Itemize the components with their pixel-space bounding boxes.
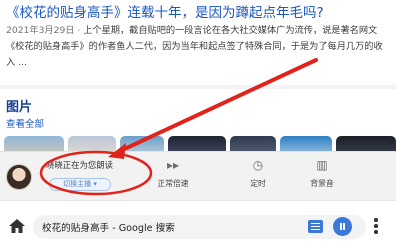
section-divider: [0, 85, 396, 89]
timer-button[interactable]: ◷ 定时: [236, 158, 280, 189]
result-date: 2021年3月29日 ·: [6, 25, 81, 36]
background-music-button[interactable]: ▥ 背景音: [300, 158, 344, 189]
home-icon[interactable]: [8, 217, 26, 235]
background-music-icon: ▥: [316, 158, 328, 172]
playback-speed-label: 正常倍速: [157, 179, 189, 188]
images-heading: 图片: [6, 100, 33, 115]
pause-icon[interactable]: [333, 217, 352, 236]
narrator-status: 晓晓正在为您朗读: [46, 160, 113, 170]
fast-forward-icon: ▸▸: [166, 158, 180, 172]
playback-speed-button[interactable]: ▸▸ 正常倍速: [151, 158, 195, 189]
more-menu-icon[interactable]: [374, 218, 378, 234]
result-snippet: 2021年3月29日 · 上个星期，截自贴吧的一段言论在各大社交媒体广为流传，说…: [6, 23, 390, 71]
bottom-toolbar: 校花的贴身高手 - Google 搜索: [0, 200, 396, 249]
result-title-link[interactable]: 《校花的贴身高手》连载十年，是因为蹲起点年毛吗?: [6, 1, 396, 19]
reader-mode-icon[interactable]: [308, 220, 323, 233]
background-music-label: 背景音: [310, 179, 334, 188]
address-bar-text: 校花的贴身高手 - Google 搜索: [42, 223, 175, 234]
view-all-link[interactable]: 查看全部: [6, 116, 44, 130]
narrator-avatar[interactable]: [6, 164, 32, 190]
timer-icon: ◷: [252, 158, 264, 172]
timer-label: 定时: [250, 179, 266, 188]
address-bar[interactable]: 校花的贴身高手 - Google 搜索: [33, 215, 366, 239]
switch-narrator-button[interactable]: 切换主播 ▾: [49, 178, 111, 191]
read-aloud-player: 晓晓正在为您朗读 切换主播 ▾ ▸▸ 正常倍速 ◷ 定时 ▥ 背景音: [0, 151, 396, 200]
